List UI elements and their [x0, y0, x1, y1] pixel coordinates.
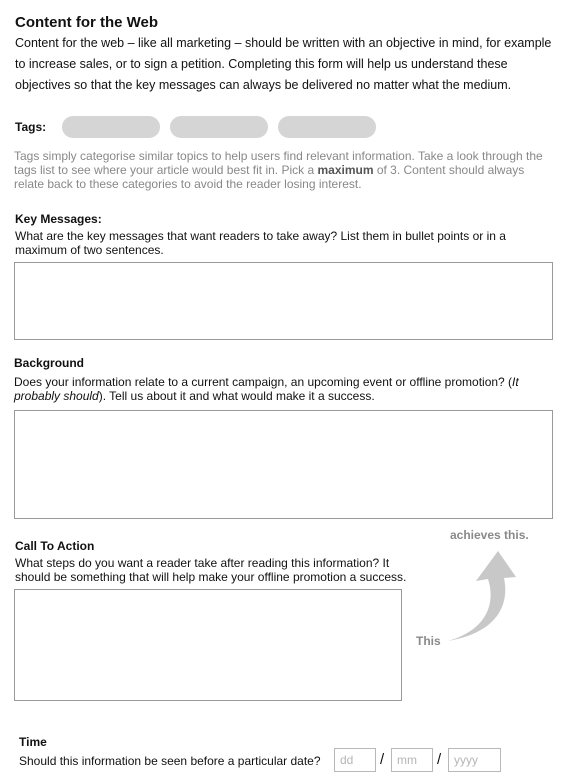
tag-slot-3[interactable] [278, 116, 376, 138]
annotation-this: This [416, 634, 441, 648]
background-textarea[interactable] [14, 410, 553, 519]
key-messages-textarea[interactable] [14, 262, 553, 340]
call-to-action-label: Call To Action [15, 539, 95, 553]
background-label: Background [14, 356, 85, 370]
tags-help-emphasis: maximum [317, 163, 374, 177]
month-input[interactable] [391, 748, 433, 772]
curved-arrow-icon [448, 551, 516, 641]
year-input[interactable] [448, 748, 501, 772]
key-messages-label: Key Messages: [15, 212, 102, 226]
tags-help-text: Tags simply categorise similar topics to… [14, 149, 543, 191]
intro-text: Content for the web – like all marketing… [15, 36, 552, 92]
page-title: Content for the Web [15, 14, 159, 31]
day-input[interactable] [334, 748, 376, 772]
call-to-action-help: What steps do you want a reader take aft… [15, 556, 407, 584]
date-separator-1: / [380, 751, 385, 768]
time-label: Time [19, 735, 47, 749]
annotation-achieves-this: achieves this. [450, 528, 529, 542]
tag-slot-2[interactable] [170, 116, 268, 138]
date-separator-2: / [437, 751, 442, 768]
background-help: Does your information relate to a curren… [14, 375, 519, 403]
tags-label: Tags: [15, 120, 47, 134]
tag-slot-1[interactable] [62, 116, 160, 138]
time-question: Should this information be seen before a… [19, 754, 321, 768]
call-to-action-textarea[interactable] [14, 589, 402, 701]
key-messages-help: What are the key messages that want read… [15, 229, 506, 257]
